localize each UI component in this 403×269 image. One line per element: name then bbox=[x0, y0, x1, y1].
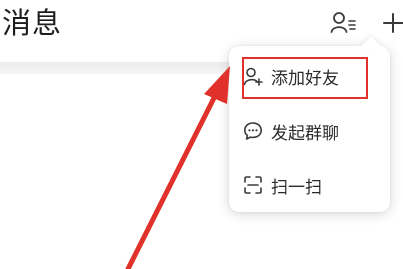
menu-item-group-chat[interactable]: 发起群聊 bbox=[243, 114, 339, 148]
menu-item-label: 扫一扫 bbox=[271, 177, 322, 198]
menu-item-label: 发起群聊 bbox=[271, 123, 339, 144]
plus-icon[interactable] bbox=[382, 12, 403, 34]
highlight-box bbox=[242, 57, 368, 99]
header-divider bbox=[0, 62, 232, 74]
scan-icon bbox=[243, 175, 263, 195]
contacts-icon[interactable] bbox=[330, 10, 356, 34]
popup-caret bbox=[361, 36, 381, 56]
page-title: 消息 bbox=[2, 6, 63, 40]
menu-item-scan[interactable]: 扫一扫 bbox=[243, 168, 322, 202]
messages-screen: 消息 添加好友 发起群聊 扫一扫 bbox=[0, 0, 403, 269]
chat-bubble-icon bbox=[243, 121, 263, 141]
